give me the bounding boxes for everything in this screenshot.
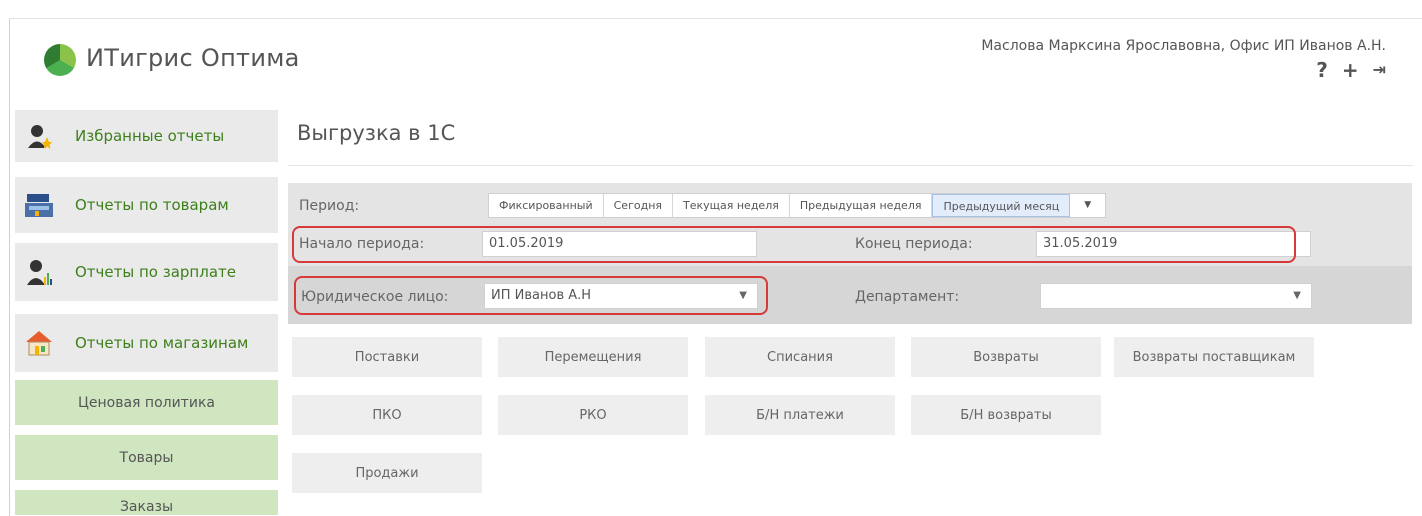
entity-highlight xyxy=(294,276,768,315)
sidebar-item-label: Избранные отчеты xyxy=(75,127,225,145)
sidebar-subitem-pricing[interactable]: Ценовая политика xyxy=(15,380,278,425)
export-noncash-payments-button[interactable]: Б/Н платежи xyxy=(705,395,895,435)
export-sales-button[interactable]: Продажи xyxy=(292,453,482,493)
user-info: Маслова Марксина Ярославовна, Офис ИП Ив… xyxy=(981,38,1386,54)
sidebar-item-salary[interactable]: Отчеты по зарплате xyxy=(15,243,278,301)
sidebar-item-products[interactable]: Отчеты по товарам xyxy=(15,177,278,233)
department-select[interactable]: ▼ xyxy=(1040,283,1312,309)
logout-icon[interactable]: ⇥ xyxy=(1373,58,1386,82)
page-title: Выгрузка в 1С xyxy=(297,121,456,145)
help-icon[interactable]: ? xyxy=(1316,58,1328,82)
department-label: Департамент: xyxy=(855,289,960,305)
add-icon[interactable]: + xyxy=(1342,58,1359,82)
period-last-month-button[interactable]: Предыдущий месяц xyxy=(932,194,1071,217)
export-noncash-returns-button[interactable]: Б/Н возвраты xyxy=(911,395,1101,435)
period-today-button[interactable]: Сегодня xyxy=(604,194,673,217)
sidebar-subitem-orders[interactable]: Заказы xyxy=(15,490,278,515)
sidebar-item-label: Отчеты по товарам xyxy=(75,196,229,214)
export-supplies-button[interactable]: Поставки xyxy=(292,337,482,377)
export-writeoffs-button[interactable]: Списания xyxy=(705,337,895,377)
export-pko-button[interactable]: ПКО xyxy=(292,395,482,435)
period-fixed-button[interactable]: Фиксированный xyxy=(489,194,604,217)
sidebar-item-stores[interactable]: Отчеты по магазинам xyxy=(15,314,278,372)
chevron-down-icon: ▼ xyxy=(1293,290,1301,301)
date-range-highlight xyxy=(292,226,1296,263)
cash-register-icon xyxy=(25,191,53,219)
sidebar-subitem-products[interactable]: Товары xyxy=(15,435,278,480)
period-selector: Фиксированный Сегодня Текущая неделя Пре… xyxy=(488,193,1107,218)
sidebar-item-label: Отчеты по зарплате xyxy=(75,263,236,281)
sidebar-item-favorites[interactable]: Избранные отчеты xyxy=(15,110,278,162)
header-actions: ? + ⇥ xyxy=(1316,58,1386,82)
period-more-dropdown[interactable]: ▼ xyxy=(1070,194,1105,217)
period-last-week-button[interactable]: Предыдущая неделя xyxy=(790,194,933,217)
logo-icon xyxy=(44,44,76,76)
store-icon xyxy=(25,329,53,357)
divider xyxy=(288,165,1413,166)
app-title: ИТигрис Оптима xyxy=(86,44,300,72)
export-transfers-button[interactable]: Перемещения xyxy=(498,337,688,377)
export-supplier-returns-button[interactable]: Возвраты поставщикам xyxy=(1114,337,1314,377)
export-returns-button[interactable]: Возвраты xyxy=(911,337,1101,377)
sidebar-item-label: Отчеты по магазинам xyxy=(75,334,249,352)
export-rko-button[interactable]: РКО xyxy=(498,395,688,435)
user-star-icon xyxy=(25,122,53,150)
period-label: Период: xyxy=(299,198,360,214)
user-chart-icon xyxy=(25,258,53,286)
period-this-week-button[interactable]: Текущая неделя xyxy=(673,194,790,217)
